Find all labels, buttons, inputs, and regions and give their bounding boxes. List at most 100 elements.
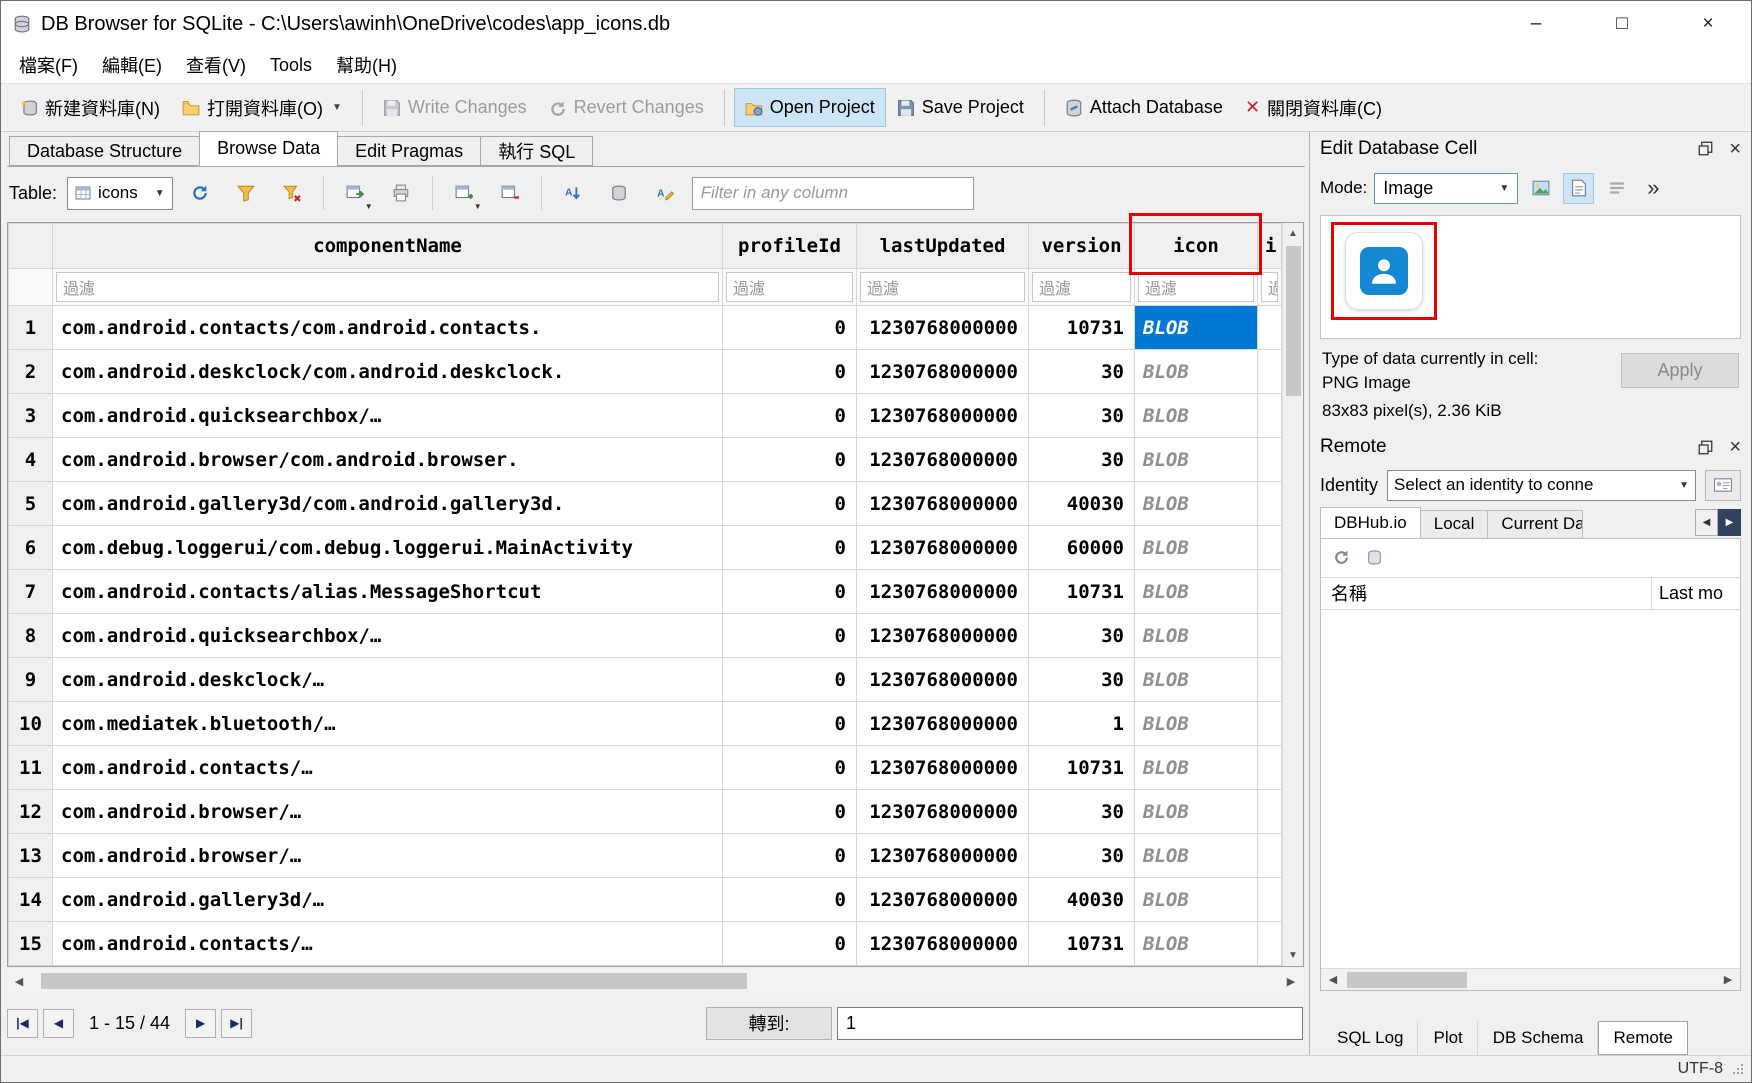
cell-partial[interactable] — [1258, 306, 1282, 350]
cell-version[interactable]: 30 — [1029, 658, 1135, 702]
cell-componentName[interactable]: com.android.contacts/… — [53, 922, 723, 966]
delete-record-button[interactable] — [491, 174, 529, 212]
cell-version[interactable]: 40030 — [1029, 878, 1135, 922]
column-filter-input[interactable]: 過濾 — [860, 272, 1025, 302]
cell-icon-blob[interactable]: BLOB — [1135, 746, 1258, 790]
float-panel-icon[interactable] — [1698, 440, 1713, 455]
import-image-button[interactable] — [1525, 173, 1556, 204]
cell-lastUpdated[interactable]: 1230768000000 — [857, 702, 1029, 746]
cell-componentName[interactable]: com.android.deskclock/com.android.deskcl… — [53, 350, 723, 394]
cell-lastUpdated[interactable]: 1230768000000 — [857, 790, 1029, 834]
horizontal-scrollbar-thumb[interactable] — [41, 973, 747, 989]
open-database-caret-icon[interactable]: ▼ — [332, 102, 342, 113]
encoding-label[interactable]: UTF-8 — [1678, 1060, 1723, 1078]
filter-button[interactable] — [227, 174, 265, 212]
cell-version[interactable]: 30 — [1029, 614, 1135, 658]
menu-file[interactable]: 檔案(F) — [7, 47, 90, 83]
close-database-button[interactable]: ✕ 關閉資料庫(C) — [1234, 86, 1393, 130]
cell-icon-blob[interactable]: BLOB — [1135, 702, 1258, 746]
vertical-scrollbar[interactable]: ▲ ▼ — [1282, 223, 1303, 966]
cell-profileId[interactable]: 0 — [723, 878, 857, 922]
menu-view[interactable]: 查看(V) — [174, 47, 258, 83]
column-header-componentName[interactable]: componentName — [53, 224, 723, 269]
open-database-button[interactable]: 打開資料庫(O) ▼ — [171, 86, 353, 130]
row-number[interactable]: 6 — [9, 526, 53, 570]
cell-lastUpdated[interactable]: 1230768000000 — [857, 526, 1029, 570]
cell-partial[interactable] — [1258, 790, 1282, 834]
column-header-partial[interactable]: i — [1258, 224, 1282, 269]
cell-version[interactable]: 30 — [1029, 834, 1135, 878]
cell-profileId[interactable]: 0 — [723, 350, 857, 394]
close-panel-icon[interactable]: × — [1729, 139, 1741, 159]
column-filter-input[interactable]: 過濾 — [1032, 272, 1131, 302]
cell-profileId[interactable]: 0 — [723, 526, 857, 570]
insert-record-button[interactable]: ▼ — [445, 174, 483, 212]
row-number[interactable]: 14 — [9, 878, 53, 922]
row-number[interactable]: 2 — [9, 350, 53, 394]
remote-file-list[interactable] — [1321, 610, 1740, 968]
cell-icon-blob[interactable]: BLOB — [1135, 790, 1258, 834]
tab-local[interactable]: Local — [1420, 510, 1489, 538]
word-wrap-button[interactable] — [1601, 173, 1632, 204]
grid-corner[interactable] — [9, 224, 53, 269]
first-record-button[interactable]: |◀ — [7, 1009, 38, 1038]
cell-version[interactable]: 10731 — [1029, 746, 1135, 790]
scroll-left-icon[interactable]: ◀ — [7, 975, 31, 988]
tab-dbhub[interactable]: DBHub.io — [1320, 507, 1421, 538]
previous-record-button[interactable]: ◀ — [43, 1009, 74, 1038]
remote-horizontal-scrollbar[interactable]: ◀ ▶ — [1321, 968, 1740, 990]
attach-database-button[interactable]: Attach Database — [1054, 88, 1234, 127]
cell-version[interactable]: 10731 — [1029, 922, 1135, 966]
menu-tools[interactable]: Tools — [258, 50, 324, 81]
tab-plot[interactable]: Plot — [1418, 1021, 1477, 1055]
row-number[interactable]: 11 — [9, 746, 53, 790]
cell-componentName[interactable]: com.android.browser/… — [53, 834, 723, 878]
new-database-button[interactable]: 新建資料庫(N) — [9, 86, 171, 130]
cell-lastUpdated[interactable]: 1230768000000 — [857, 438, 1029, 482]
goto-row-button[interactable]: 轉到: — [706, 1007, 832, 1040]
cell-componentName[interactable]: com.android.gallery3d/… — [53, 878, 723, 922]
cell-profileId[interactable]: 0 — [723, 922, 857, 966]
cell-profileId[interactable]: 0 — [723, 570, 857, 614]
table-selector[interactable]: icons ▼ — [67, 177, 173, 210]
cell-icon-blob[interactable]: BLOB — [1135, 658, 1258, 702]
cell-componentName[interactable]: com.android.browser/… — [53, 790, 723, 834]
cell-icon-blob[interactable]: BLOB — [1135, 526, 1258, 570]
scroll-right-icon[interactable]: ▶ — [1279, 975, 1303, 988]
resize-grip-icon[interactable] — [1731, 1062, 1745, 1076]
column-filter-input[interactable]: 過濾 — [1261, 272, 1278, 302]
cell-partial[interactable] — [1258, 526, 1282, 570]
cell-profileId[interactable]: 0 — [723, 746, 857, 790]
clear-filter-button[interactable] — [273, 174, 311, 212]
cell-profileId[interactable]: 0 — [723, 790, 857, 834]
import-identity-button[interactable] — [1705, 470, 1741, 501]
filter-any-column-input[interactable] — [692, 177, 974, 210]
cell-componentName[interactable]: com.android.contacts/… — [53, 746, 723, 790]
revert-changes-button[interactable]: Revert Changes — [538, 88, 715, 127]
cell-componentName[interactable]: com.debug.loggerui/com.debug.loggerui.Ma… — [53, 526, 723, 570]
cell-componentName[interactable]: com.android.quicksearchbox/… — [53, 394, 723, 438]
cell-icon-blob-selected[interactable]: BLOB — [1135, 306, 1258, 350]
remote-scrollbar-thumb[interactable] — [1347, 972, 1467, 988]
scroll-down-icon[interactable]: ▼ — [1283, 945, 1303, 966]
row-number[interactable]: 5 — [9, 482, 53, 526]
row-number[interactable]: 10 — [9, 702, 53, 746]
cell-icon-blob[interactable]: BLOB — [1135, 570, 1258, 614]
cell-version[interactable]: 10731 — [1029, 306, 1135, 350]
open-project-button[interactable]: Open Project — [734, 88, 886, 127]
column-header-version[interactable]: version — [1029, 224, 1135, 269]
cell-lastUpdated[interactable]: 1230768000000 — [857, 658, 1029, 702]
cell-profileId[interactable]: 0 — [723, 438, 857, 482]
tab-db-schema[interactable]: DB Schema — [1478, 1021, 1599, 1055]
row-number[interactable]: 7 — [9, 570, 53, 614]
cell-lastUpdated[interactable]: 1230768000000 — [857, 878, 1029, 922]
cell-profileId[interactable]: 0 — [723, 834, 857, 878]
cell-partial[interactable] — [1258, 746, 1282, 790]
menu-help[interactable]: 幫助(H) — [324, 47, 409, 83]
column-filter-input[interactable]: 過濾 — [56, 272, 719, 302]
cell-partial[interactable] — [1258, 394, 1282, 438]
cell-lastUpdated[interactable]: 1230768000000 — [857, 394, 1029, 438]
menu-edit[interactable]: 編輯(E) — [90, 47, 174, 83]
row-number[interactable]: 8 — [9, 614, 53, 658]
cell-version[interactable]: 60000 — [1029, 526, 1135, 570]
